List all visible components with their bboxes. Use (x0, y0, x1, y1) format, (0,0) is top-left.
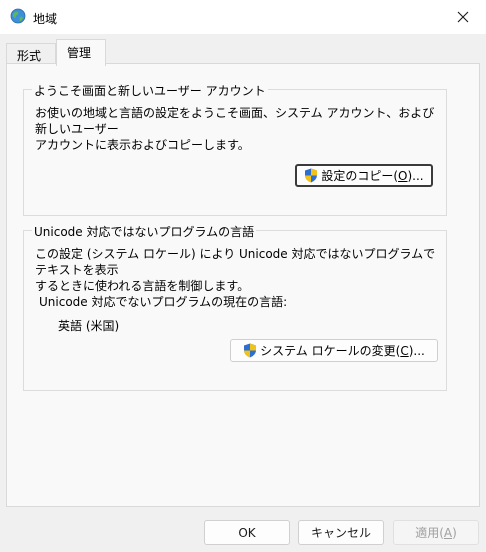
tab-administrative[interactable]: 管理 (56, 39, 106, 66)
copy-settings-button[interactable]: 設定のコピー(O)... (295, 164, 433, 187)
change-system-locale-button[interactable]: システム ロケールの変更(C)... (230, 339, 438, 362)
uac-shield-icon (244, 343, 257, 358)
current-language-label: Unicode 対応でないプログラムの現在の言語: (39, 295, 288, 309)
description-line: するときに使われる言語を制御します。 (35, 279, 250, 293)
cancel-button[interactable]: キャンセル (298, 520, 384, 545)
current-language-value: 英語 (米国) (58, 319, 120, 333)
globe-icon (10, 8, 26, 24)
tab-panel: ようこそ画面と新しいユーザー アカウント お使いの地域と言語の設定をようこそ画面… (6, 63, 480, 507)
tab-format[interactable]: 形式 (6, 43, 56, 64)
apply-button[interactable]: 適用(A) (393, 520, 479, 545)
button-label: 設定のコピー(O)... (321, 169, 424, 183)
unicode-language-group: Unicode 対応ではないプログラムの言語 この設定 (システム ロケール) … (23, 223, 447, 391)
description-line: お使いの地域と言語の設定をようこそ画面、システム アカウント、および新しいユーザ… (35, 106, 435, 136)
tab-strip: 形式 管理 (0, 34, 486, 66)
group-description: この設定 (システム ロケール) により Unicode 対応ではないプログラム… (35, 246, 445, 294)
region-dialog: 地域 形式 管理 ようこそ画面と新しいユーザー アカウント お使いの地域と言語の… (0, 0, 486, 552)
welcome-screen-group: ようこそ画面と新しいユーザー アカウント お使いの地域と言語の設定をようこそ画面… (23, 82, 447, 216)
window-title: 地域 (33, 12, 58, 26)
uac-shield-icon (305, 168, 318, 183)
close-button[interactable] (440, 0, 486, 34)
ok-button[interactable]: OK (204, 520, 290, 545)
button-label: システム ロケールの変更(C)... (260, 344, 425, 358)
group-description: お使いの地域と言語の設定をようこそ画面、システム アカウント、および新しいユーザ… (35, 105, 445, 153)
title-bar: 地域 (0, 0, 486, 34)
description-line: この設定 (システム ロケール) により Unicode 対応ではないプログラム… (35, 247, 436, 277)
group-legend: Unicode 対応ではないプログラムの言語 (32, 223, 257, 240)
description-line: アカウントに表示およびコピーします。 (35, 138, 250, 152)
close-icon (457, 11, 469, 23)
button-label: 適用(A) (415, 526, 457, 540)
group-legend: ようこそ画面と新しいユーザー アカウント (32, 82, 268, 99)
